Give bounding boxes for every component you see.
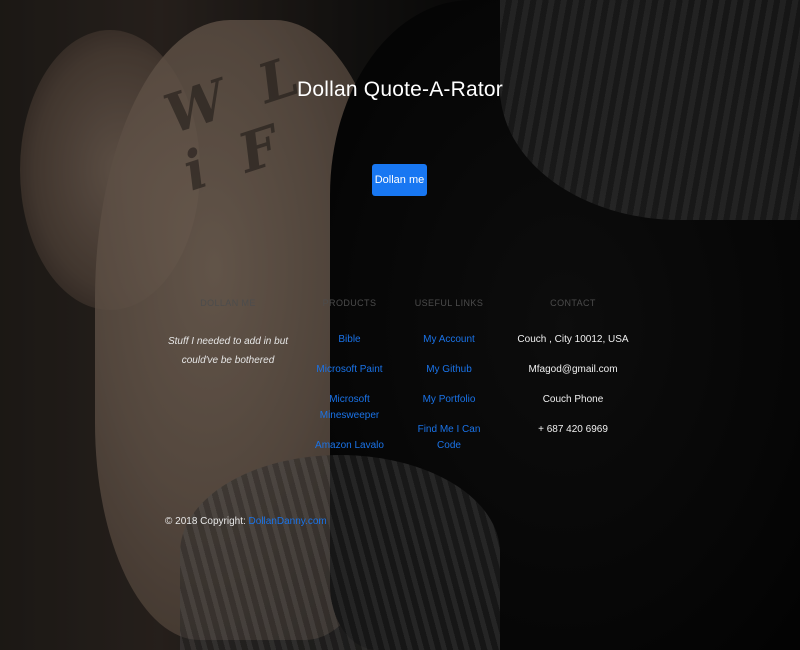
footer-useful-links-heading: USEFUL LINKS [414,298,484,308]
contact-phone-label: Couch Phone [542,394,604,405]
footer-link-microsoft-paint[interactable]: Microsoft Paint [307,362,392,378]
page-content: Dollan Quote-A-Rator Dollan me DOLLAN ME… [0,0,800,650]
footer-contact: CONTACT Couch , City 10012, USA Mfagod@g… [512,298,634,452]
footer-products: PRODUCTS Bible Microsoft Paint Microsoft… [307,298,392,468]
footer-about-heading: DOLLAN ME [200,298,256,308]
copyright-text: © 2018 Copyright: [165,516,246,527]
footer-link-amazon-lavalo[interactable]: Amazon Lavalo [307,438,392,454]
contact-email: Mfagod@gmail.com [528,364,618,375]
footer-about-text: Stuff I needed to add in but could've be… [167,336,289,366]
footer-link-microsoft-minesweeper[interactable]: Microsoft Minesweeper [307,392,392,424]
contact-address: Couch , City 10012, USA [517,334,629,345]
copyright-link[interactable]: DollanDanny.com [249,516,327,527]
footer-link-find-me[interactable]: Find Me I Can Code [405,422,493,454]
footer-contact-heading: CONTACT [550,298,596,308]
footer-products-heading: PRODUCTS [322,298,377,308]
page-title: Dollan Quote-A-Rator [297,78,503,102]
copyright: © 2018 Copyright: DollanDanny.com [165,516,327,527]
footer-link-bible[interactable]: Bible [307,332,392,348]
dollan-me-button[interactable]: Dollan me [372,164,427,196]
footer-link-my-portfolio[interactable]: My Portfolio [405,392,493,408]
contact-phone-number: + 687 420 6969 [538,424,608,435]
footer-link-my-github[interactable]: My Github [405,362,493,378]
footer-about: DOLLAN ME Stuff I needed to add in but c… [163,298,293,370]
footer-useful-links: USEFUL LINKS My Account My Github My Por… [405,298,493,468]
footer-link-my-account[interactable]: My Account [405,332,493,348]
